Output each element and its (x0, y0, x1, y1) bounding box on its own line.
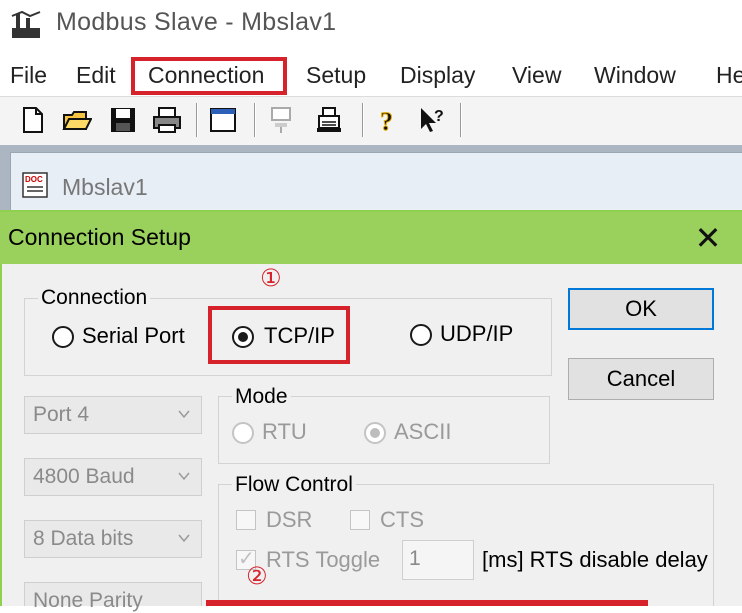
connection-menu-highlight (131, 57, 287, 95)
annotation-1: ① (260, 265, 282, 292)
data-bits-select[interactable]: 8 Data bits (24, 520, 202, 558)
open-folder-icon[interactable] (62, 105, 92, 135)
toolbar-separator (196, 103, 198, 137)
menu-edit[interactable]: Edit (76, 62, 116, 89)
child-window-title: Mbslav1 (62, 174, 148, 200)
baud-value: 4800 Baud (33, 465, 135, 488)
connection-group-label: Connection (38, 286, 151, 310)
window-icon[interactable] (208, 105, 238, 135)
chevron-down-icon (178, 472, 190, 481)
menu-window[interactable]: Window (594, 62, 676, 89)
menu-setup[interactable]: Setup (306, 62, 366, 89)
chevron-down-icon (178, 534, 190, 543)
mode-group-label: Mode (232, 385, 291, 409)
close-icon[interactable]: ✕ (690, 220, 726, 256)
dsr-label[interactable]: DSR (266, 507, 312, 533)
modbus-app-icon (11, 10, 41, 38)
bottom-highlight-edge (206, 600, 648, 606)
menu-file[interactable]: File (10, 62, 47, 89)
annotation-2: ② (246, 563, 268, 590)
print-icon[interactable] (152, 105, 182, 135)
app-title: Modbus Slave - Mbslav1 (56, 8, 337, 36)
toolbar: ? ? (0, 96, 742, 145)
svg-text:?: ? (380, 107, 393, 135)
rts-delay-field[interactable]: 1 (402, 540, 474, 580)
save-icon[interactable] (108, 105, 138, 135)
rtu-radio[interactable] (232, 422, 254, 444)
port-value: Port 4 (33, 403, 90, 426)
port-select[interactable]: Port 4 (24, 396, 202, 434)
udp-ip-label[interactable]: UDP/IP (440, 321, 513, 347)
flow-control-label: Flow Control (232, 473, 356, 497)
rts-delay-label: [ms] RTS disable delay (482, 547, 708, 572)
baud-select[interactable]: 4800 Baud (24, 458, 202, 496)
new-file-icon[interactable] (18, 105, 48, 135)
help-icon[interactable]: ? (374, 105, 404, 136)
rts-toggle-label[interactable]: RTS Toggle (266, 547, 380, 573)
serial-port-label[interactable]: Serial Port (82, 323, 185, 349)
ok-button[interactable]: OK (568, 288, 714, 330)
menu-help[interactable]: He (716, 62, 742, 89)
rtu-label[interactable]: RTU (262, 419, 307, 445)
cancel-button[interactable]: Cancel (568, 358, 714, 400)
menu-bar: File Edit Connection Setup Display View … (0, 52, 742, 96)
printer-disabled-icon[interactable] (314, 105, 344, 135)
menu-display[interactable]: Display (400, 62, 475, 89)
document-icon: DOC (22, 172, 48, 198)
menu-view[interactable]: View (512, 62, 561, 89)
dsr-checkbox[interactable] (236, 510, 256, 530)
svg-text:?: ? (434, 108, 444, 125)
dialog-title: Connection Setup (8, 224, 191, 250)
serial-port-radio[interactable] (52, 326, 74, 348)
cts-label[interactable]: CTS (380, 507, 424, 533)
parity-select[interactable]: None Parity (24, 582, 202, 612)
svg-text:DOC: DOC (25, 175, 43, 184)
toolbar-separator (254, 103, 256, 137)
parity-value: None Parity (33, 589, 143, 612)
toolbar-separator (460, 103, 462, 137)
context-help-icon[interactable]: ? (418, 105, 448, 135)
connect-icon[interactable] (266, 105, 296, 135)
data-bits-value: 8 Data bits (33, 527, 134, 550)
tcp-ip-highlight (208, 306, 350, 364)
udp-ip-radio[interactable] (410, 324, 432, 346)
cts-checkbox[interactable] (350, 510, 370, 530)
toolbar-separator (362, 103, 364, 137)
ascii-label[interactable]: ASCII (394, 419, 451, 445)
ascii-radio[interactable] (364, 422, 386, 444)
chevron-down-icon (178, 410, 190, 419)
rts-delay-value: 1 (409, 547, 421, 570)
